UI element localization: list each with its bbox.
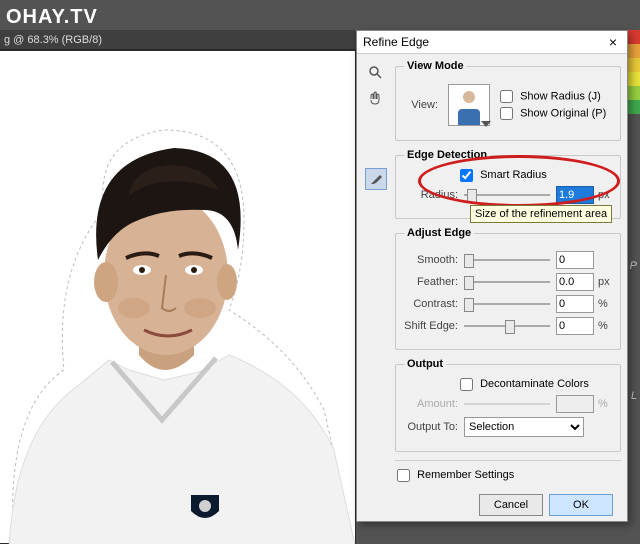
tooltip: Size of the refinement area bbox=[470, 205, 612, 223]
shift-edge-input[interactable] bbox=[556, 317, 594, 335]
refine-edge-dialog: Refine Edge × View Mode View: bbox=[356, 30, 628, 522]
view-label: View: bbox=[404, 99, 438, 111]
smart-radius-checkbox[interactable]: Smart Radius bbox=[460, 169, 547, 181]
amount-label: Amount: bbox=[404, 398, 458, 410]
chevron-down-icon bbox=[481, 121, 491, 127]
shift-edge-unit: % bbox=[598, 320, 612, 332]
adjust-edge-legend: Adjust Edge bbox=[404, 227, 474, 239]
side-panel-label: P bbox=[630, 260, 637, 272]
radius-input[interactable] bbox=[556, 186, 594, 204]
radius-unit: px bbox=[598, 189, 612, 201]
remember-settings-checkbox[interactable]: Remember Settings bbox=[397, 469, 514, 481]
contrast-unit: % bbox=[598, 298, 612, 310]
document-title: g @ 68.3% (RGB/8) bbox=[0, 30, 360, 50]
zoom-tool-icon[interactable] bbox=[365, 62, 385, 82]
edge-detection-group: Edge Detection Smart Radius Radius: px S… bbox=[395, 149, 621, 219]
close-icon[interactable]: × bbox=[605, 31, 621, 53]
canvas[interactable] bbox=[0, 50, 356, 544]
shift-edge-slider[interactable] bbox=[464, 319, 550, 333]
view-mode-thumbnail[interactable] bbox=[448, 84, 490, 126]
refine-brush-tool-icon[interactable] bbox=[365, 168, 387, 190]
amount-unit: % bbox=[598, 398, 612, 410]
feather-input[interactable] bbox=[556, 273, 594, 291]
show-radius-checkbox[interactable]: Show Radius (J) bbox=[500, 90, 606, 103]
contrast-label: Contrast: bbox=[404, 298, 458, 310]
cancel-button[interactable]: Cancel bbox=[479, 494, 543, 516]
view-mode-legend: View Mode bbox=[404, 60, 467, 72]
amount-slider bbox=[464, 397, 550, 411]
view-mode-group: View Mode View: Show Radius (J) Show Ori… bbox=[395, 60, 621, 141]
show-original-checkbox[interactable]: Show Original (P) bbox=[500, 107, 606, 120]
dialog-titlebar[interactable]: Refine Edge × bbox=[357, 31, 627, 54]
hand-tool-icon[interactable] bbox=[365, 88, 385, 108]
canvas-image bbox=[0, 50, 356, 544]
adjust-edge-group: Adjust Edge Smooth: Feather: px Contrast… bbox=[395, 227, 621, 350]
radius-label: Radius: bbox=[404, 189, 458, 201]
amount-input bbox=[556, 395, 594, 413]
contrast-slider[interactable] bbox=[464, 297, 550, 311]
ok-button[interactable]: OK bbox=[549, 494, 613, 516]
decontaminate-checkbox[interactable]: Decontaminate Colors bbox=[460, 378, 589, 390]
contrast-input[interactable] bbox=[556, 295, 594, 313]
radius-slider[interactable] bbox=[464, 188, 550, 202]
side-panel-label: L bbox=[631, 390, 637, 402]
divider bbox=[395, 460, 621, 461]
smooth-slider[interactable] bbox=[464, 253, 550, 267]
output-legend: Output bbox=[404, 358, 446, 370]
output-to-label: Output To: bbox=[404, 421, 458, 433]
output-group: Output Decontaminate Colors Amount: % Ou… bbox=[395, 358, 621, 452]
smooth-label: Smooth: bbox=[404, 254, 458, 266]
dialog-title: Refine Edge bbox=[363, 31, 429, 53]
feather-label: Feather: bbox=[404, 276, 458, 288]
feather-slider[interactable] bbox=[464, 275, 550, 289]
smooth-input[interactable] bbox=[556, 251, 594, 269]
output-to-select[interactable]: Selection bbox=[464, 417, 584, 437]
watermark: OHAY.TV bbox=[6, 6, 98, 29]
shift-edge-label: Shift Edge: bbox=[404, 320, 458, 332]
edge-detection-legend: Edge Detection bbox=[404, 149, 490, 161]
feather-unit: px bbox=[598, 276, 612, 288]
